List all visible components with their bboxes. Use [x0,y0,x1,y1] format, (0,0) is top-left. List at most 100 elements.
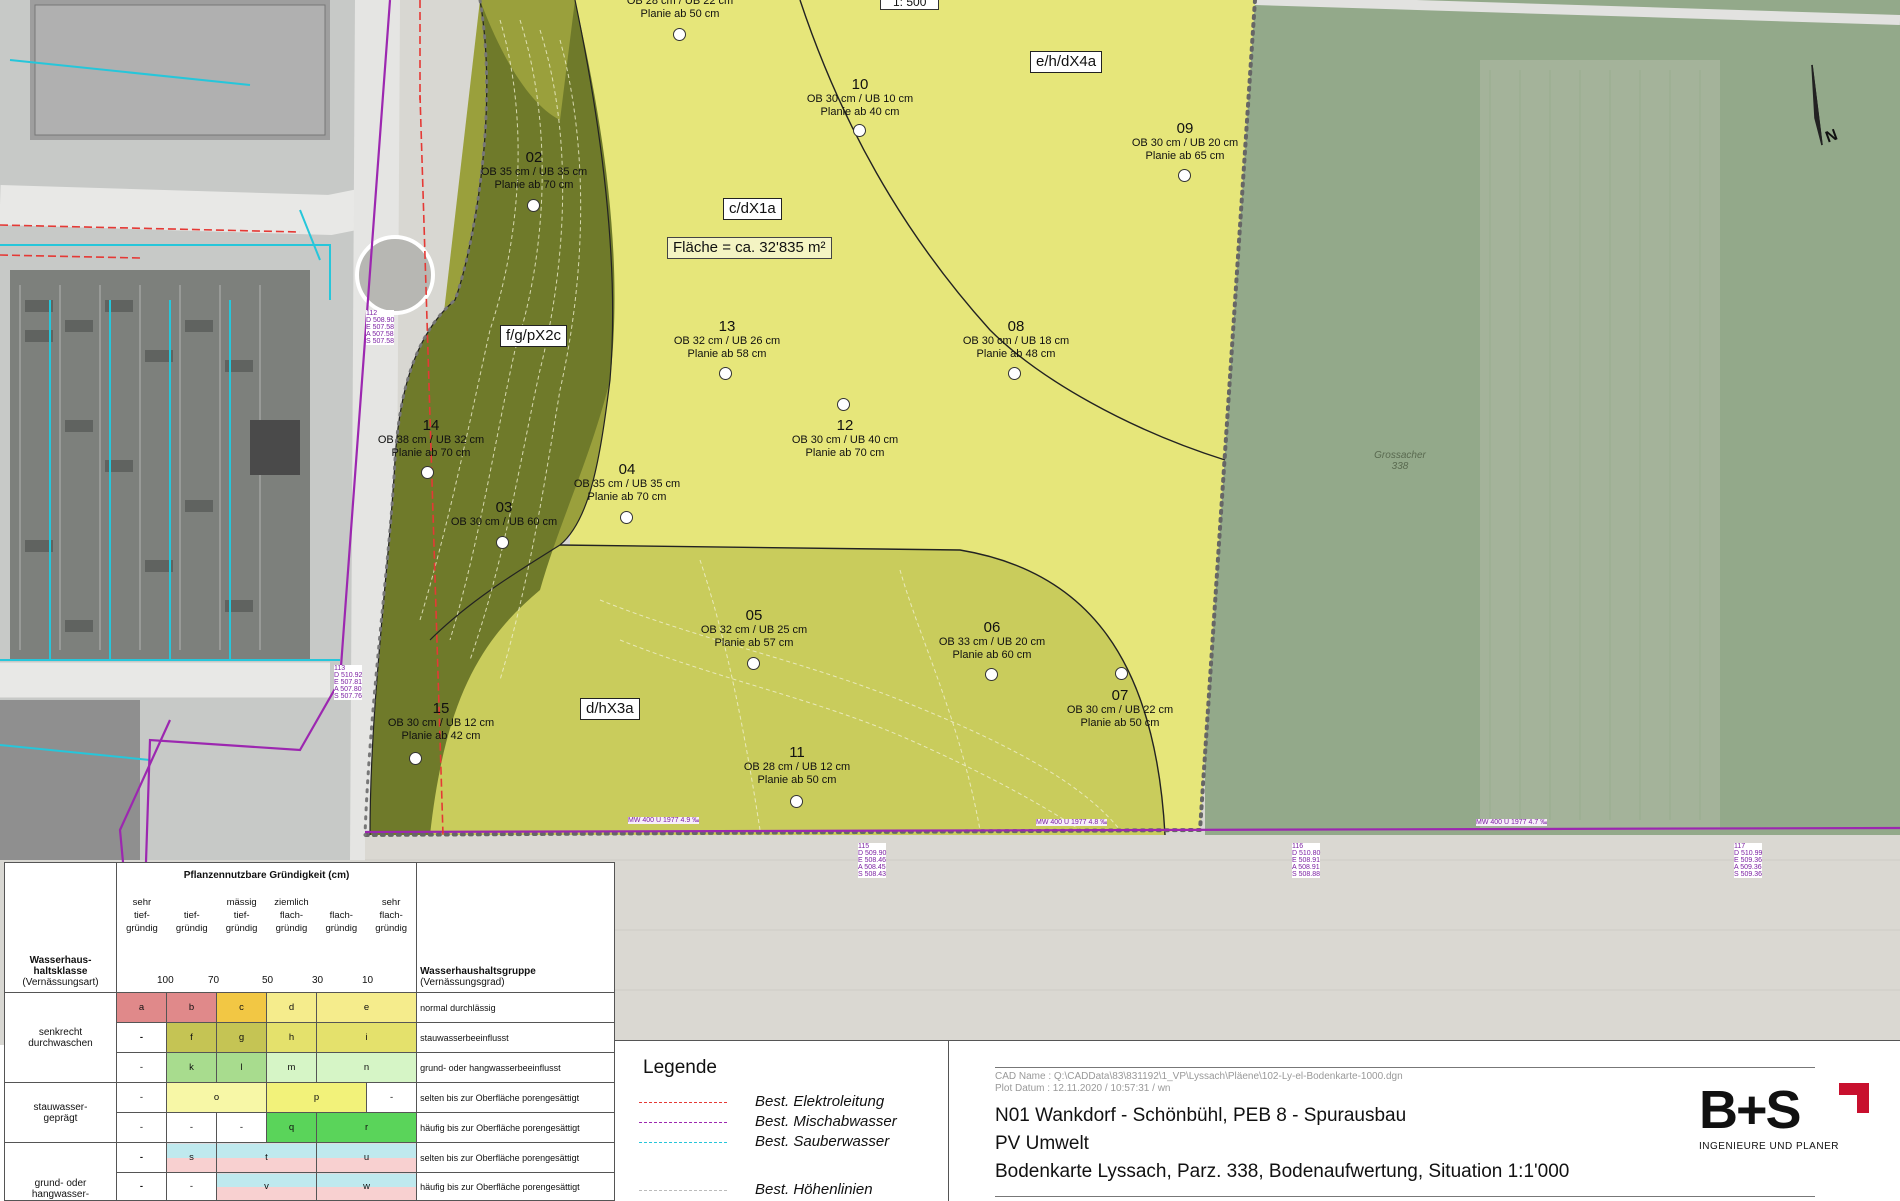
sample-point-label: 12 OB 30 cm / UB 40 cm Planie ab 70 cm [785,417,905,460]
depth-col-line: mässig [226,896,257,908]
field-name: Grossacher [1374,450,1426,461]
manhole-value: E 507.58 [366,324,395,331]
sample-depth: OB 33 cm / UB 20 cm [938,636,1046,648]
sample-point-label: 15 OB 30 cm / UB 12 cm Planie ab 42 cm [381,700,501,743]
sample-depth: OB 28 cm / UB 22 cm [626,0,734,7]
manhole-value: E 509.36 [1734,857,1763,864]
depth-col-line: sehr [381,896,401,908]
sample-depth: OB 30 cm / UB 12 cm [387,717,495,729]
sample-point-marker [1008,367,1021,380]
sample-depth: OB 32 cm / UB 25 cm [700,624,808,636]
soil-unit-label: e/h/dX4a [1030,51,1103,73]
sample-depth: OB 30 cm / UB 22 cm [1066,704,1174,716]
depth-col-line: tief- [134,909,150,921]
depth-header: Pflanzennutzbare Gründigkeit (cm) [115,862,418,889]
depth-col-line: flach- [279,909,304,921]
manhole-value: E 508.46 [858,857,887,864]
depth-col-line: tief- [183,909,200,921]
code-cell: v [216,1172,317,1201]
legend-line-icon [639,1121,727,1123]
code-cell: g [216,1022,267,1053]
manhole-id: 117 [1734,843,1746,850]
legend-label: Best. Elektroleitung [755,1093,885,1110]
depth-col-line: gründig [275,922,308,934]
code-cell: d [266,992,317,1023]
sample-point-label: 08 OB 30 cm / UB 18 cm Planie ab 48 cm [956,318,1076,361]
depth-header-title: Pflanzennutzbare Gründigkeit (cm) [183,870,350,882]
class-header-line: (Vernässungsart) [22,977,99,988]
pipe-label: MW 400 U 1977 4.8 ‰ [1036,819,1108,826]
code-cell: s [166,1142,217,1173]
sample-depth: OB 30 cm / UB 40 cm [791,434,899,446]
code-cell: n [315,1052,418,1083]
manhole-value: A 507.80 [334,686,362,693]
sample-point-label: 14 OB 38 cm / UB 32 cm Planie ab 70 cm [371,417,491,460]
sample-number: 12 [836,417,854,434]
manhole-id: 116 [1292,843,1304,850]
sample-planie: Planie ab 70 cm [494,179,574,191]
code-cell: - [116,1142,167,1173]
sample-number: 02 [525,149,543,166]
manhole-value: A 507.58 [366,331,394,338]
code-cell: f [166,1022,217,1053]
sample-point-label: 07 OB 30 cm / UB 22 cm Planie ab 50 cm [1060,687,1180,730]
code-cell: c [216,992,267,1023]
code-cell: h [266,1022,317,1053]
sample-point-label: 04 OB 35 cm / UB 35 cm Planie ab 70 cm [567,461,687,504]
field-name-label: Grossacher 338 [1360,450,1440,472]
manhole-label: 116 D 510.80 E 508.91 A 508.91 S 508.88 [1292,843,1321,878]
depth-col-line: gründig [225,922,258,934]
sample-point-label: 03 OB 30 cm / UB 60 cm [444,499,564,529]
sample-point-marker [620,511,633,524]
depth-tick: 50 [262,975,274,986]
manhole-value: D 510.92 [334,672,363,679]
group-label: normal durchlässig [416,992,616,1023]
code-cell: - [216,1112,267,1143]
field-number: 338 [1391,461,1409,472]
sample-planie: Planie ab 42 cm [401,730,481,742]
sample-point-marker [421,466,434,479]
sample-number: 04 [618,461,636,478]
group-header-line: Wasserhaushaltsgruppe [420,966,536,977]
sample-number: 11 [789,744,805,761]
sample-number: 03 [495,499,513,516]
logo-subtitle: INGENIEURE UND PLANER [1699,1141,1839,1152]
manhole-value: D 508.90 [366,317,395,324]
logo-text: B+S [1699,1080,1802,1140]
group-label: selten bis zur Oberfläche porengesättigt [416,1142,616,1173]
class-label: senkrecht durchwaschen [4,992,117,1083]
sample-point-marker [837,398,850,411]
depth-columns: sehr tief-gründig tief-gründig mässig tief… [115,888,418,993]
sample-point-marker [1178,169,1191,182]
sample-point-label: OB 28 cm / UB 22 cm Planie ab 50 cm [620,0,740,21]
depth-tick: 30 [312,975,324,986]
sample-depth: OB 35 cm / UB 35 cm [480,166,588,178]
company-logo: B+S INGENIEURE UND PLANER [1699,1083,1879,1152]
group-header-line: (Vernässungsgrad) [420,977,505,988]
code-cell: - [166,1172,217,1201]
legend-line-icon [639,1141,727,1143]
sample-number: 08 [1007,318,1025,335]
sample-point-marker [747,657,760,670]
depth-tick: 10 [362,975,374,986]
manhole-value: A 508.91 [1292,864,1320,871]
depth-col-line: gründig [375,922,407,934]
sample-planie: Planie ab 70 cm [391,447,471,459]
code-cell: - [116,1112,167,1143]
depth-col-line: tief- [233,909,250,921]
code-cell: - [166,1112,217,1143]
sample-depth: OB 35 cm / UB 35 cm [573,478,681,490]
drawing-title: Bodenkarte Lyssach, Parz. 338, Bodenaufw… [995,1161,1570,1182]
code-cell: - [116,1022,167,1053]
sample-planie: Planie ab 60 cm [952,649,1032,661]
class-label: stauwasser- geprägt [4,1082,117,1143]
sample-planie: Planie ab 50 cm [640,8,720,20]
sample-planie: Planie ab 50 cm [757,774,837,786]
plot-date: Plot Datum : 12.11.2020 / 10:57:31 / wn [995,1083,1171,1094]
sample-planie: Planie ab 40 cm [820,106,900,118]
soil-unit-label: c/dX1a [723,198,782,220]
code-cell: m [266,1052,317,1083]
depth-ticks: 100 70 50 30 10 [117,975,416,989]
code-cell: i [315,1022,418,1053]
legend-line-icon [639,1189,727,1191]
